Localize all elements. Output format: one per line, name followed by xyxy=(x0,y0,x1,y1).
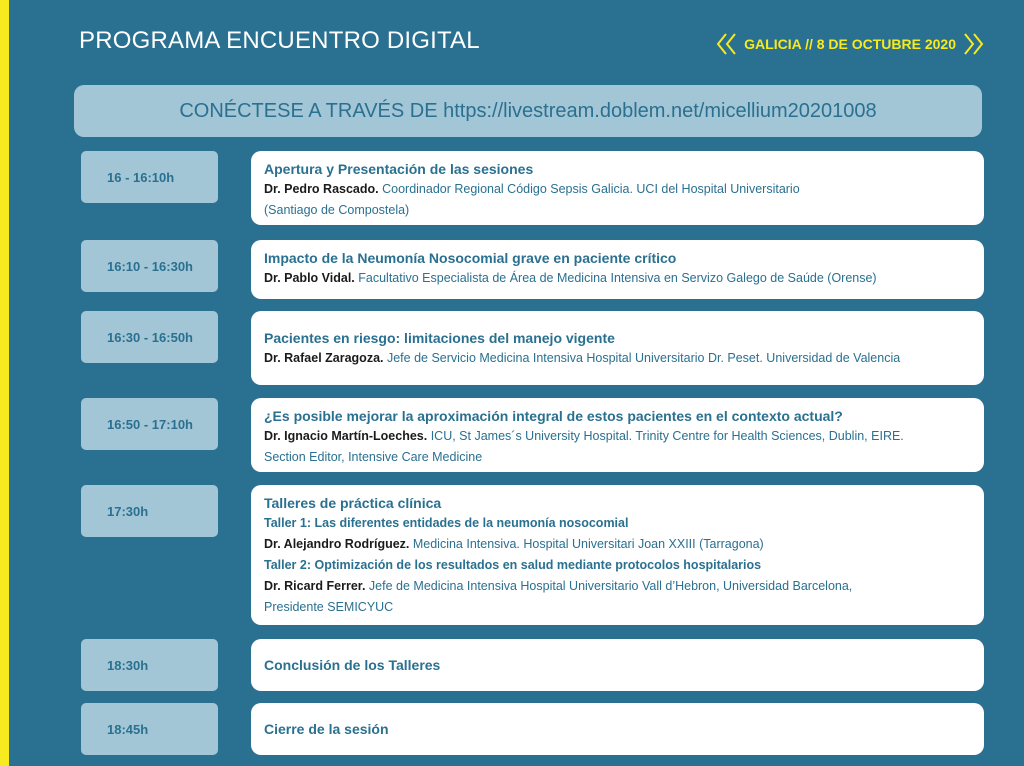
session-speaker-line: Dr. Pedro Rascado. Coordinador Regional … xyxy=(264,179,971,200)
session-title: Talleres de práctica clínica xyxy=(264,495,442,511)
double-chevron-right-icon xyxy=(964,33,984,55)
speaker-affiliation: Coordinador Regional Código Sepsis Galic… xyxy=(378,182,800,196)
session-title: Pacientes en riesgo: limitaciones del ma… xyxy=(264,329,615,346)
speaker-affiliation-cont: Section Editor, Intensive Care Medicine xyxy=(264,450,483,464)
time-slot: 17:30h xyxy=(81,485,218,537)
double-chevron-left-icon xyxy=(716,33,736,55)
session-card: Talleres de práctica clínica Taller 1: L… xyxy=(251,485,984,625)
speaker-name: Dr. Ignacio Martín-Loeches. xyxy=(264,429,428,443)
session-speaker-line: Dr. Alejandro Rodríguez. Medicina Intens… xyxy=(264,534,971,555)
time-slot: 16:10 - 16:30h xyxy=(81,240,218,292)
speaker-affiliation: ICU, St James´s University Hospital. Tri… xyxy=(427,429,904,443)
yellow-side-bar xyxy=(0,0,9,766)
speaker-name: Dr. Pablo Vidal. xyxy=(264,271,355,285)
event-date-text: GALICIA // 8 DE OCTUBRE 2020 xyxy=(744,36,956,52)
event-date-header: GALICIA // 8 DE OCTUBRE 2020 xyxy=(716,32,984,56)
speaker-name: Dr. Ricard Ferrer. xyxy=(264,579,366,593)
session-card: Cierre de la sesión xyxy=(251,703,984,755)
session-card: Pacientes en riesgo: limitaciones del ma… xyxy=(251,311,984,385)
livestream-link[interactable]: CONÉCTESE A TRAVÉS DE https://livestream… xyxy=(179,100,876,123)
session-card: Conclusión de los Talleres xyxy=(251,639,984,691)
taller-2-title: Taller 2: Optimización de los resultados… xyxy=(264,558,762,572)
time-slot: 18:45h xyxy=(81,703,218,755)
session-card: Impacto de la Neumonía Nosocomial grave … xyxy=(251,240,984,299)
session-speaker-line: Dr. Rafael Zaragoza. Jefe de Servicio Me… xyxy=(264,348,971,369)
session-title: Cierre de la sesión xyxy=(264,721,389,737)
speaker-name: Dr. Rafael Zaragoza. xyxy=(264,350,384,365)
session-title: Impacto de la Neumonía Nosocomial grave … xyxy=(264,250,677,266)
speaker-name: Dr. Alejandro Rodríguez. xyxy=(264,537,410,551)
page-title: PROGRAMA ENCUENTRO DIGITAL xyxy=(79,27,480,54)
session-speaker-line: Dr. Pablo Vidal. Facultativo Especialist… xyxy=(264,268,971,289)
speaker-affiliation: Jefe de Servicio Medicina Intensiva Hosp… xyxy=(383,350,901,365)
session-card: ¿Es posible mejorar la aproximación inte… xyxy=(251,398,984,472)
speaker-affiliation: Jefe de Medicina Intensiva Hospital Univ… xyxy=(365,579,853,593)
time-slot: 16 - 16:10h xyxy=(81,151,218,203)
session-title: Apertura y Presentación de las sesiones xyxy=(264,161,534,177)
speaker-affiliation-cont: Presidente SEMICYUC xyxy=(264,600,394,614)
session-speaker-line: Dr. Ricard Ferrer. Jefe de Medicina Inte… xyxy=(264,576,971,597)
speaker-affiliation: Medicina Intensiva. Hospital Universitar… xyxy=(409,537,764,551)
taller-1-title: Taller 1: Las diferentes entidades de la… xyxy=(264,516,629,530)
session-speaker-line: Dr. Ignacio Martín-Loeches. ICU, St Jame… xyxy=(264,426,971,447)
livestream-banner[interactable]: CONÉCTESE A TRAVÉS DE https://livestream… xyxy=(74,85,982,137)
speaker-name: Dr. Pedro Rascado. xyxy=(264,182,379,196)
session-card: Apertura y Presentación de las sesiones … xyxy=(251,151,984,225)
time-slot: 16:30 - 16:50h xyxy=(81,311,218,363)
session-title: ¿Es posible mejorar la aproximación inte… xyxy=(264,408,843,424)
speaker-affiliation: Facultativo Especialista de Área de Medi… xyxy=(354,271,877,285)
time-slot: 18:30h xyxy=(81,639,218,691)
speaker-affiliation-cont: (Santiago de Compostela) xyxy=(264,203,410,217)
time-slot: 16:50 - 17:10h xyxy=(81,398,218,450)
session-title: Conclusión de los Talleres xyxy=(264,657,441,673)
